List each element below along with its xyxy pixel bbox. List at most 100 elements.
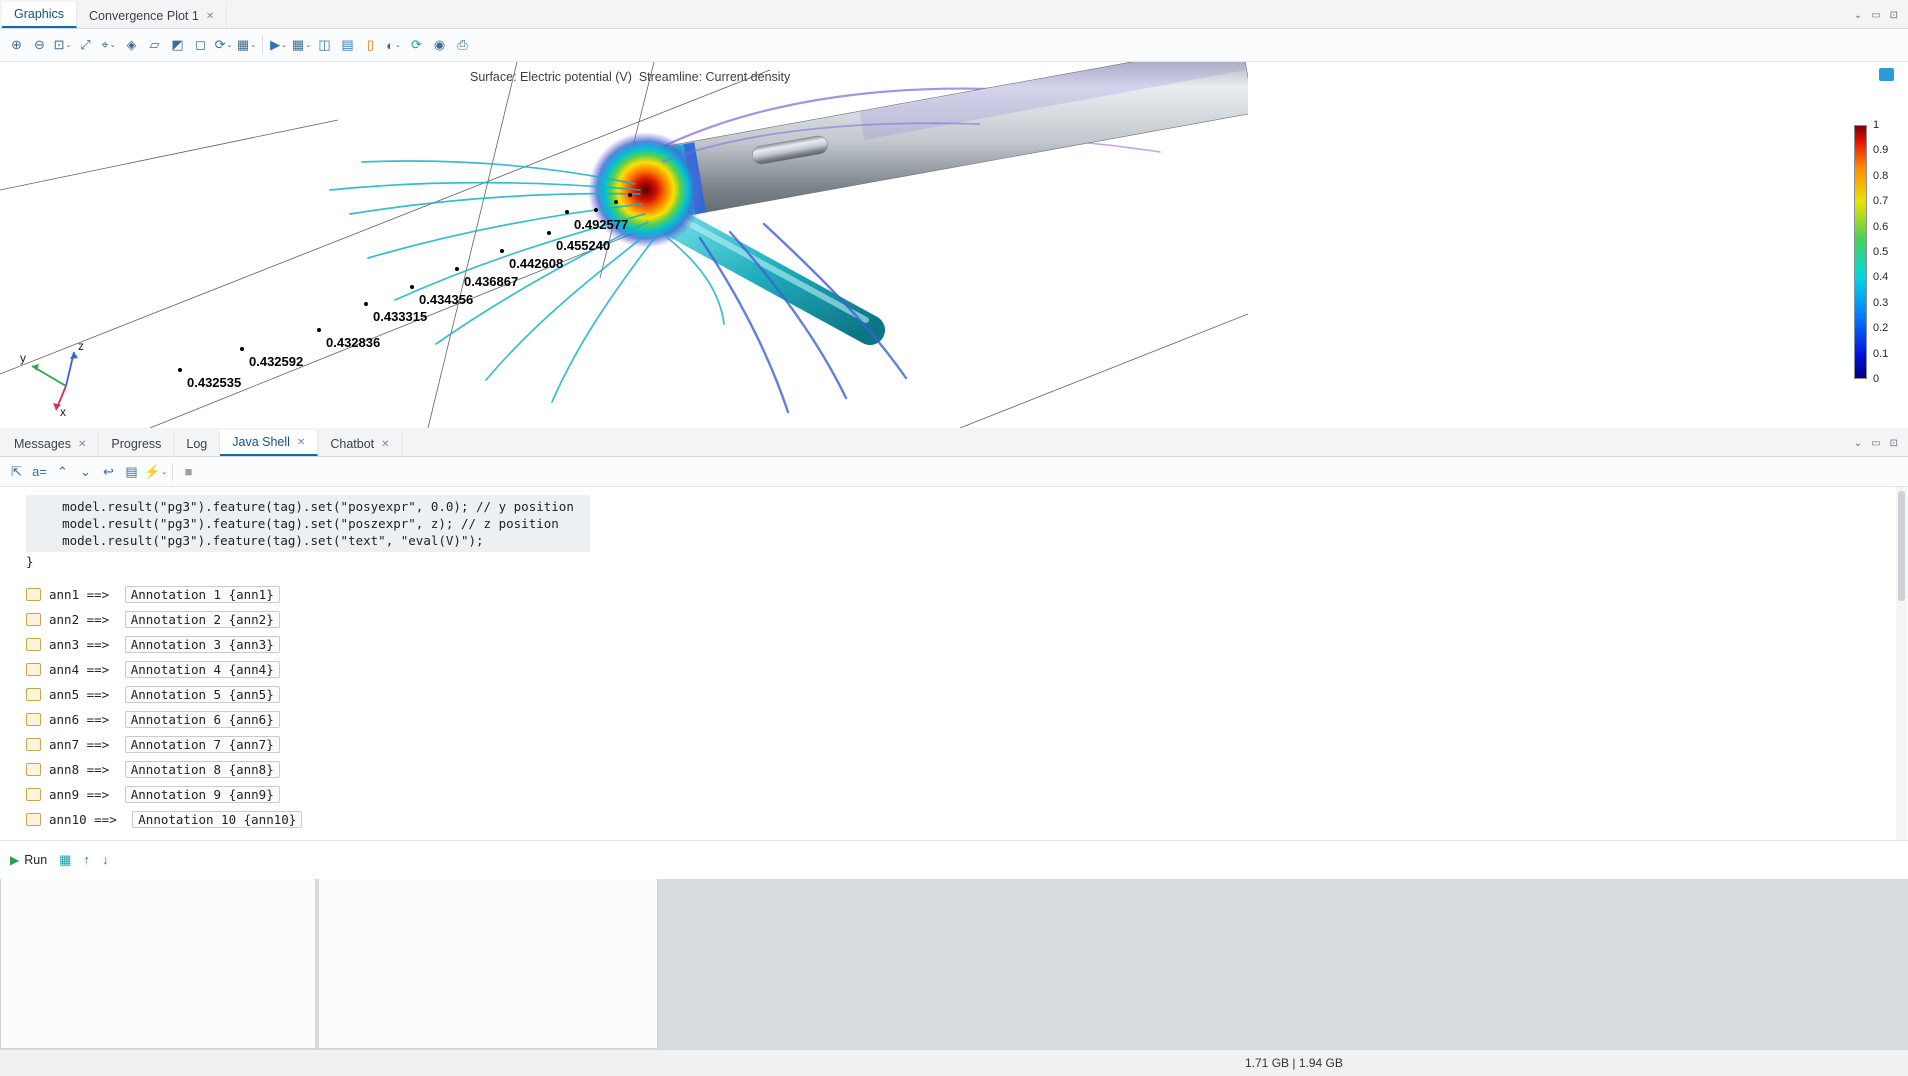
shell-scrollbar[interactable] bbox=[1896, 487, 1907, 840]
shell-code-block: model.result("pg3").feature(tag).set("po… bbox=[26, 495, 590, 552]
java-shell-output[interactable]: model.result("pg3").feature(tag).set("po… bbox=[0, 487, 1908, 840]
clear-console-icon[interactable]: ▤ bbox=[121, 460, 142, 484]
plot-annotation: 0.442608 bbox=[509, 256, 563, 271]
float-pane-icon[interactable]: ▭ bbox=[1871, 438, 1880, 449]
scene-info-icon[interactable] bbox=[1879, 68, 1894, 81]
collapse-output-icon[interactable]: ⌃ bbox=[52, 460, 73, 484]
graphics-tab-row: GraphicsConvergence Plot 1✕ ⌄ ▭ ⊡ bbox=[0, 0, 1908, 29]
measure-icon[interactable]: ▯ bbox=[360, 33, 381, 57]
tab-graphics[interactable]: Graphics bbox=[2, 2, 77, 28]
plot-title: Surface: Electric potential (V) Streamli… bbox=[470, 70, 790, 84]
chevron-down-icon: ⌄ bbox=[66, 41, 72, 49]
orthographic-projection-icon[interactable]: ▱ bbox=[144, 33, 165, 57]
run-script-icon[interactable]: ⚡⌄ bbox=[144, 460, 167, 484]
select-mode-icon[interactable]: ▶⌄ bbox=[268, 33, 289, 57]
statusbar: 1.71 GB | 1.94 GB bbox=[0, 1049, 1908, 1076]
zoom-box-icon[interactable]: ⊡⌄ bbox=[52, 33, 73, 57]
legend-tick-label: 0.2 bbox=[1873, 322, 1888, 334]
print-plot-icon[interactable]: ⎙ bbox=[452, 33, 473, 57]
node-reference[interactable]: Annotation 10 {ann10} bbox=[132, 811, 302, 828]
chevron-down-icon: ⌄ bbox=[250, 41, 256, 49]
close-tab-icon[interactable]: ✕ bbox=[78, 439, 86, 450]
axis-x-label: x bbox=[60, 405, 66, 418]
zoom-in-icon[interactable]: ⊕ bbox=[6, 33, 27, 57]
node-reference[interactable]: Annotation 2 {ann2} bbox=[125, 611, 280, 628]
color-legend: 10.90.80.70.60.50.40.30.20.10 bbox=[1854, 125, 1900, 383]
zoom-out-icon[interactable]: ⊖ bbox=[29, 33, 50, 57]
history-previous-icon[interactable]: ↑ bbox=[83, 852, 90, 868]
expand-output-icon[interactable]: ⌄ bbox=[75, 460, 96, 484]
java-shell-footer: ▶ Run ▦ ↑ ↓ bbox=[0, 840, 1908, 879]
node-reference[interactable]: Annotation 6 {ann6} bbox=[125, 711, 280, 728]
legend-tick-label: 0.6 bbox=[1873, 221, 1888, 233]
plot-annotation: 0.433315 bbox=[373, 309, 427, 324]
pane-menu-icon[interactable]: ⌄ bbox=[1854, 438, 1862, 449]
graphics-3d-scene bbox=[0, 62, 1248, 428]
show-grid-icon[interactable]: ▦⌄ bbox=[291, 33, 312, 57]
right-pane: GraphicsConvergence Plot 1✕⌄▭⊡ ⊕⊖⊡⌄⤢⌖⌄◈▱… bbox=[0, 0, 1248, 879]
close-tab-icon[interactable]: ✕ bbox=[381, 439, 389, 450]
close-tab-icon[interactable]: ✕ bbox=[297, 437, 305, 448]
float-pane-icon[interactable]: ▭ bbox=[1871, 10, 1880, 21]
scene-orientation-icon[interactable]: ◈ bbox=[121, 33, 142, 57]
plot-annotation: 0.432592 bbox=[249, 354, 303, 369]
node-reference[interactable]: Annotation 1 {ann1} bbox=[125, 586, 280, 603]
node-reference[interactable]: Annotation 7 {ann7} bbox=[125, 736, 280, 753]
chevron-down-icon: ⌄ bbox=[227, 41, 233, 49]
transparency-icon[interactable]: ◩ bbox=[167, 33, 188, 57]
tab-convergence-plot-1[interactable]: Convergence Plot 1✕ bbox=[77, 4, 227, 28]
tab-chatbot[interactable]: Chatbot✕ bbox=[318, 432, 402, 456]
legend-tick-label: 0.7 bbox=[1873, 195, 1888, 207]
maximize-pane-icon[interactable]: ⊡ bbox=[1890, 10, 1898, 21]
tab-messages[interactable]: Messages✕ bbox=[2, 432, 99, 456]
tab-progress[interactable]: Progress bbox=[99, 432, 174, 456]
run-button[interactable]: ▶ Run bbox=[10, 853, 47, 867]
plot-annotation: 0.432836 bbox=[326, 335, 380, 350]
scrollbar-thumb[interactable] bbox=[1898, 491, 1905, 601]
snapshot-icon[interactable]: ◉ bbox=[429, 33, 450, 57]
annotation-icon bbox=[26, 588, 41, 601]
node-reference[interactable]: Annotation 8 {ann8} bbox=[125, 761, 280, 778]
legend-tick-label: 0.1 bbox=[1873, 348, 1888, 360]
annotation-icon bbox=[26, 738, 41, 751]
update-plot-icon[interactable]: ⟳ bbox=[406, 33, 427, 57]
plot-values-icon[interactable]: ▤ bbox=[337, 33, 358, 57]
word-wrap-icon[interactable]: ↩ bbox=[98, 460, 119, 484]
data-table-icon[interactable]: ◫ bbox=[314, 33, 335, 57]
maximize-pane-icon[interactable]: ⊡ bbox=[1890, 438, 1898, 449]
tab-java-shell[interactable]: Java Shell✕ bbox=[220, 430, 318, 456]
node-reference[interactable]: Annotation 5 {ann5} bbox=[125, 686, 280, 703]
pane-menu-icon[interactable]: ⌄ bbox=[1854, 10, 1862, 21]
close-tab-icon[interactable]: ✕ bbox=[206, 11, 214, 22]
plot-annotation: 0.432535 bbox=[187, 375, 241, 390]
history-next-icon[interactable]: ↓ bbox=[102, 852, 109, 868]
memory-usage: 1.71 GB | 1.94 GB bbox=[1245, 1056, 1343, 1070]
annotation-icon bbox=[26, 788, 41, 801]
lighting-icon[interactable]: ◐⌄ bbox=[383, 33, 404, 57]
axes-triad: z y x bbox=[18, 334, 110, 418]
go-to-view-icon[interactable]: ⌖⌄ bbox=[98, 33, 119, 57]
graphics-canvas[interactable]: Surface: Electric potential (V) Streamli… bbox=[0, 62, 1908, 428]
tab-log[interactable]: Log bbox=[174, 432, 220, 456]
console-footer-icons: ▦ ↑ ↓ bbox=[59, 852, 108, 868]
stop-execution-icon[interactable]: ■ bbox=[178, 460, 199, 484]
node-reference[interactable]: Annotation 3 {ann3} bbox=[125, 636, 280, 653]
run-icon: ▶ bbox=[10, 853, 19, 867]
dock-console-icon[interactable]: ⇱ bbox=[6, 460, 27, 484]
zoom-extents-icon[interactable]: ⤢ bbox=[75, 33, 96, 57]
color-legend-bar bbox=[1854, 125, 1867, 379]
wireframe-rendering-icon[interactable]: ◻ bbox=[190, 33, 211, 57]
chevron-down-icon: ⌄ bbox=[110, 41, 116, 49]
scene-settings-icon[interactable]: ▦⌄ bbox=[236, 33, 257, 57]
rotate-scene-icon[interactable]: ⟳⌄ bbox=[213, 33, 234, 57]
shell-result-line: ann5 ==> Annotation 5 {ann5} bbox=[26, 682, 1908, 707]
node-reference[interactable]: Annotation 9 {ann9} bbox=[125, 786, 280, 803]
command-palette-icon[interactable]: ▦ bbox=[59, 852, 71, 868]
node-reference[interactable]: Annotation 4 {ann4} bbox=[125, 661, 280, 678]
annotation-icon bbox=[26, 763, 41, 776]
shell-result-line: ann4 ==> Annotation 4 {ann4} bbox=[26, 657, 1908, 682]
auto-scroll-icon[interactable]: a= bbox=[29, 460, 50, 484]
legend-tick-label: 0 bbox=[1873, 373, 1879, 385]
annotation-icon bbox=[26, 663, 41, 676]
shell-result-line: ann7 ==> Annotation 7 {ann7} bbox=[26, 732, 1908, 757]
